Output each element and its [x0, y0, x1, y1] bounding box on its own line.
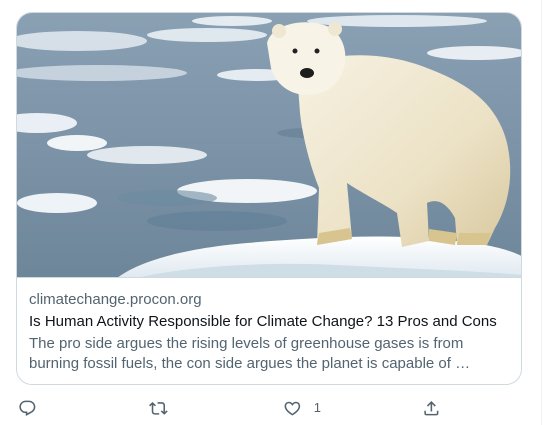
- card-text[interactable]: climatechange.procon.org Is Human Activi…: [17, 278, 521, 384]
- share-button[interactable]: [422, 396, 441, 420]
- tweet-actions-bar: 1: [16, 396, 446, 420]
- reply-icon: [19, 400, 36, 416]
- card-image-polar-bear[interactable]: [17, 13, 521, 278]
- card-domain[interactable]: climatechange.procon.org: [29, 290, 511, 310]
- heart-icon: [284, 401, 301, 416]
- like-button[interactable]: 1: [283, 396, 321, 420]
- card-description[interactable]: The pro side argues the rising levels of…: [29, 334, 511, 374]
- link-preview-card[interactable]: climatechange.procon.org Is Human Activi…: [16, 12, 522, 385]
- timeline-column-border: [541, 0, 542, 425]
- reply-button[interactable]: [18, 396, 37, 420]
- share-icon: [424, 400, 439, 416]
- retweet-icon: [149, 401, 168, 415]
- like-count: 1: [313, 400, 321, 415]
- retweet-button[interactable]: [149, 396, 168, 420]
- card-title[interactable]: Is Human Activity Responsible for Climat…: [29, 312, 511, 332]
